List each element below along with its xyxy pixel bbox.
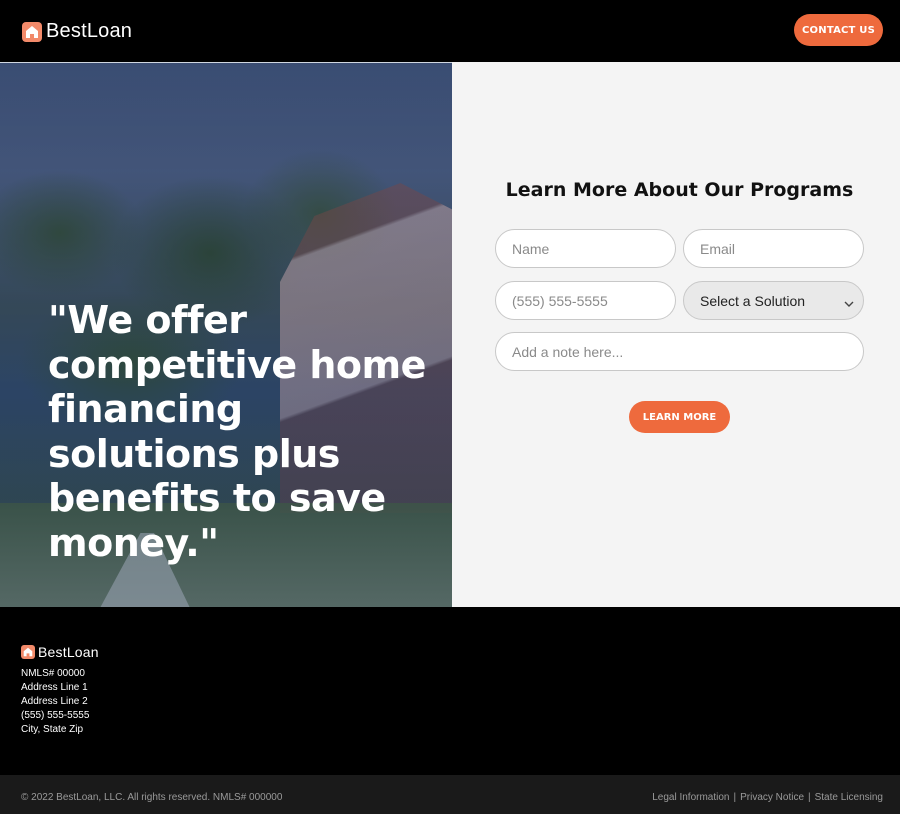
- learn-more-button[interactable]: LEARN MORE: [629, 401, 730, 433]
- house-icon: [21, 645, 35, 659]
- phone-input[interactable]: [495, 281, 676, 320]
- logo-text: BestLoan: [46, 20, 133, 42]
- house-icon: [22, 21, 42, 42]
- legal-information-link[interactable]: Legal Information: [652, 792, 729, 803]
- footer-nmls: NMLS# 00000: [21, 668, 85, 679]
- site-footer: BestLoan NMLS# 00000 Address Line 1 Addr…: [0, 607, 900, 775]
- footer-logo-text: BestLoan: [38, 644, 99, 660]
- footer-address: NMLS# 00000 Address Line 1 Address Line …: [21, 667, 89, 737]
- note-input[interactable]: [495, 332, 864, 371]
- logo[interactable]: BestLoan: [22, 20, 132, 43]
- copyright: © 2022 BestLoan, LLC. All rights reserve…: [21, 792, 283, 803]
- state-licensing-link[interactable]: State Licensing: [815, 792, 883, 803]
- hero-image: "We offer competitive home financing sol…: [0, 62, 452, 607]
- hero-quote: "We offer competitive home financing sol…: [48, 298, 426, 565]
- footer-phone: (555) 555-5555: [21, 710, 90, 721]
- legal-links: Legal Information | Privacy Notice | Sta…: [652, 792, 883, 803]
- footer-address-line-1: Address Line 1: [21, 682, 88, 693]
- chevron-down-icon: [843, 295, 855, 314]
- link-separator: |: [733, 792, 737, 803]
- name-input[interactable]: [495, 229, 676, 268]
- footer-address-line-2: Address Line 2: [21, 696, 88, 707]
- site-header: BestLoan CONTACT US: [0, 0, 900, 62]
- bottom-bar: © 2022 BestLoan, LLC. All rights reserve…: [0, 775, 900, 814]
- contact-us-button[interactable]: CONTACT US: [794, 14, 883, 46]
- link-separator: |: [808, 792, 811, 803]
- footer-logo[interactable]: BestLoan: [21, 644, 99, 660]
- solution-select[interactable]: Select a Solution: [683, 281, 864, 320]
- privacy-notice-link[interactable]: Privacy Notice: [740, 792, 804, 803]
- lead-form: Learn More About Our Programs Select a S…: [452, 62, 900, 607]
- footer-city-state-zip: City, State Zip: [21, 724, 84, 735]
- form-title: Learn More About Our Programs: [505, 179, 854, 201]
- email-input[interactable]: [683, 229, 864, 268]
- solution-select-value: Select a Solution: [700, 293, 806, 309]
